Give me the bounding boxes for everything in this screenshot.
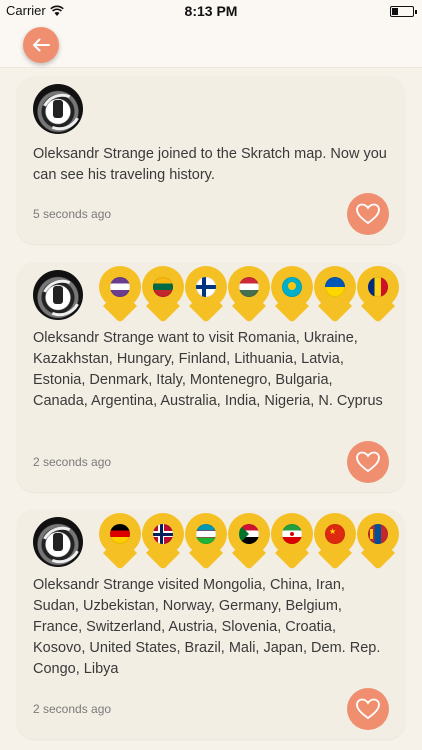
avatar[interactable]: [33, 517, 83, 567]
like-button[interactable]: [347, 688, 389, 730]
heart-icon: [356, 451, 380, 473]
status-time: 8:13 PM: [184, 3, 238, 19]
flag-row: [99, 266, 399, 323]
back-button[interactable]: [23, 27, 59, 63]
heart-icon: [356, 698, 380, 720]
flag-pin-uzbekistan[interactable]: [185, 513, 227, 570]
feed-text: Oleksandr Strange visited Mongolia, Chin…: [33, 577, 381, 677]
feed-text: Oleksandr Strange joined to the Skratch …: [33, 146, 387, 183]
flag-row: ★: [99, 513, 399, 570]
timestamp: 2 seconds ago: [33, 702, 112, 716]
avatar[interactable]: [33, 84, 83, 134]
flag-pin-lithuania[interactable]: [142, 266, 184, 323]
flag-pin-norway[interactable]: [142, 513, 184, 570]
flag-pin-finland[interactable]: [185, 266, 227, 323]
flag-pin-romania[interactable]: [357, 266, 399, 323]
battery-icon: [390, 6, 417, 17]
flag-pin-hungary[interactable]: [228, 266, 270, 323]
flag-pin-mongolia[interactable]: [357, 513, 399, 570]
flag-pin-china[interactable]: ★: [314, 513, 356, 570]
timestamp: 2 seconds ago: [33, 455, 112, 469]
status-bar: Carrier 8:13 PM: [0, 0, 422, 22]
avatar[interactable]: [33, 270, 83, 320]
heart-icon: [356, 203, 380, 225]
flag-pin-purple-white[interactable]: [99, 266, 141, 323]
feed-card: Oleksandr Strange want to visit Romania,…: [17, 262, 405, 492]
like-button[interactable]: [347, 193, 389, 235]
feed-text: Oleksandr Strange want to visit Romania,…: [33, 330, 383, 409]
nav-bar: [0, 22, 422, 68]
feed-card: Oleksandr Strange joined to the Skratch …: [17, 76, 405, 244]
flag-pin-iran[interactable]: [271, 513, 313, 570]
flag-pin-sudan[interactable]: [228, 513, 270, 570]
like-button[interactable]: [347, 441, 389, 483]
feed-card: ★ Oleksandr Strange visited Mongolia, Ch…: [17, 509, 405, 739]
flag-pin-ukraine[interactable]: [314, 266, 356, 323]
flag-pin-kazakhstan[interactable]: [271, 266, 313, 323]
flag-pin-germany[interactable]: [99, 513, 141, 570]
timestamp: 5 seconds ago: [33, 207, 112, 221]
back-arrow-icon: [33, 38, 50, 52]
